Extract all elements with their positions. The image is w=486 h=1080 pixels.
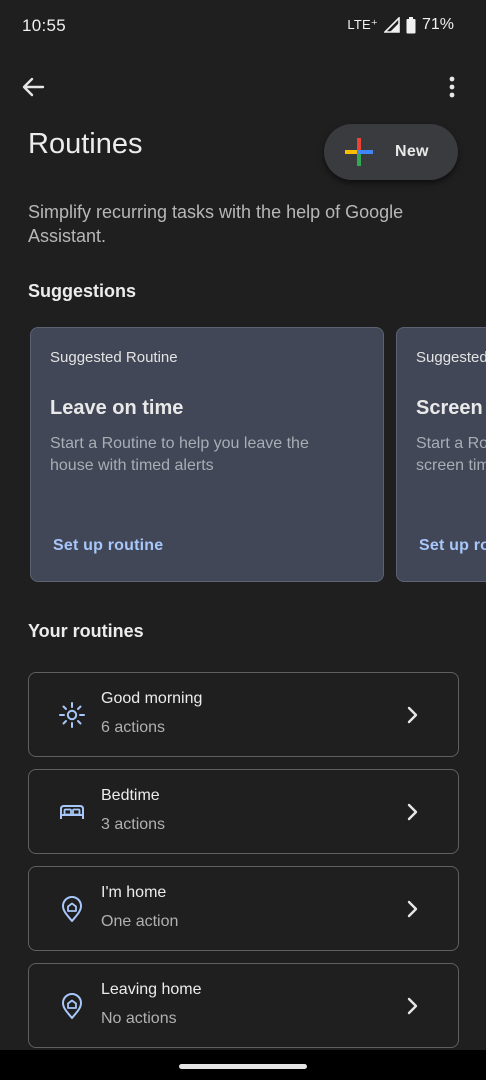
battery-percentage: 71% [421,16,454,33]
card-description: Start a Routine to help manage screen ti… [416,433,486,477]
card-description: Start a Routine to help you leave the ho… [50,435,309,474]
page-subtitle: Simplify recurring tasks with the help o… [28,202,404,246]
home-location-icon [62,896,82,922]
signal-icon [383,17,400,33]
google-plus-icon [345,138,373,166]
system-nav-bar [0,1050,486,1080]
chevron-right-icon [407,803,418,821]
home-location-icon [62,993,82,1019]
app-bar [0,62,486,110]
home-gesture-handle[interactable] [179,1064,307,1069]
card-title: Leave on time [50,397,184,419]
battery-icon [406,16,416,33]
card-description-line1: Start a Routine to help manage [416,435,486,452]
suggestion-card-leave-on-time[interactable]: Suggested Routine Leave on time Start a … [30,327,384,582]
new-routine-button[interactable]: New [324,124,458,180]
routine-item-leaving-home[interactable]: Leaving home No actions [28,963,459,1048]
sun-icon [59,702,85,728]
more-vert-icon[interactable] [438,72,466,102]
routine-action-count: 6 actions [101,719,166,736]
routines-screen: 10:55 LTE⁺ 71% Routines New Simplify rec… [0,0,486,1080]
status-time: 10:55 [22,16,67,35]
suggestion-card-screen-time[interactable]: Suggested Routine Screen time Start a Ro… [396,327,486,582]
set-up-routine-link[interactable]: Set up routine [419,537,486,555]
routine-item-im-home[interactable]: I'm home One action [28,866,459,951]
routine-name: Leaving home [101,981,202,998]
status-bar: 10:55 LTE⁺ 71% [0,0,486,52]
routine-item-bedtime[interactable]: Bedtime 3 actions [28,769,459,854]
chevron-right-icon [407,706,418,724]
routine-name: I'm home [101,884,167,901]
new-button-label: New [395,143,429,160]
card-description-line2: screen time [416,457,486,474]
routine-action-count: One action [101,913,179,930]
bed-icon [60,805,84,819]
chevron-right-icon [407,997,418,1015]
routine-item-good-morning[interactable]: Good morning 6 actions [28,672,459,757]
routine-action-count: 3 actions [101,816,166,833]
your-routines-heading: Your routines [28,621,144,641]
set-up-routine-link[interactable]: Set up routine [53,537,163,555]
status-indicators: LTE⁺ 71% [347,16,454,34]
routine-name: Good morning [101,690,203,707]
chevron-right-icon [407,900,418,918]
card-title: Screen time [416,397,486,419]
network-type: LTE⁺ [347,17,378,32]
card-eyebrow: Suggested Routine [50,349,178,366]
page-title: Routines [28,128,143,160]
arrow-back-icon[interactable] [18,72,48,102]
routine-name: Bedtime [101,787,160,804]
card-eyebrow: Suggested Routine [416,349,486,366]
routine-action-count: No actions [101,1010,177,1027]
suggestions-heading: Suggestions [28,281,137,301]
